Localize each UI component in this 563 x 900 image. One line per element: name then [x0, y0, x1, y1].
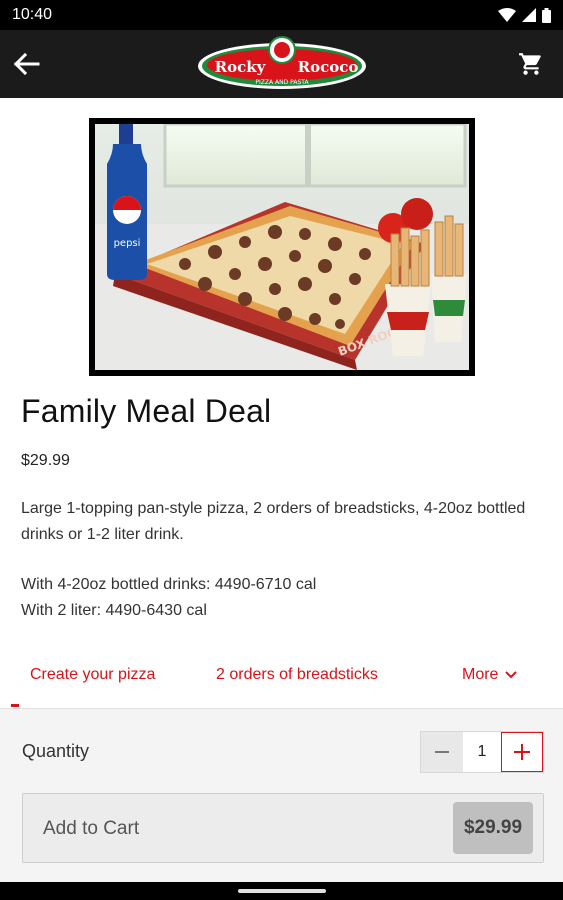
- quantity-value[interactable]: 1: [463, 732, 501, 772]
- quantity-decrease-button[interactable]: [421, 732, 463, 772]
- quantity-stepper: 1: [420, 731, 544, 773]
- quantity-label: Quantity: [22, 741, 90, 761]
- order-panel: Quantity 1 Add to Cart $29.99: [0, 708, 563, 882]
- status-time: 10:40: [12, 6, 53, 23]
- tab-more[interactable]: More: [462, 666, 518, 684]
- svg-text:Rococo: Rococo: [298, 58, 359, 76]
- shopping-cart-icon: [519, 53, 541, 75]
- wifi-icon: [498, 8, 516, 22]
- status-icons: [498, 7, 551, 23]
- option-tabs: Create your pizza 2 orders of breadstick…: [0, 652, 563, 708]
- plus-icon: [514, 744, 530, 760]
- calories-liter: With 2 liter: 4490-6430 cal: [21, 602, 207, 619]
- tab-more-label: More: [462, 666, 499, 683]
- cart-button[interactable]: [513, 46, 549, 82]
- status-bar: 10:40: [0, 0, 563, 30]
- product-photo: BOX ROCOCO pepsi: [95, 124, 469, 370]
- brand-logo: Rocky Rococo PIZZA AND PASTA: [196, 36, 368, 92]
- system-nav-bar: [0, 882, 563, 900]
- add-to-cart-button[interactable]: Add to Cart $29.99: [22, 793, 544, 863]
- tab-breadsticks[interactable]: 2 orders of breadsticks: [216, 666, 378, 684]
- svg-text:PIZZA AND PASTA: PIZZA AND PASTA: [255, 79, 309, 86]
- svg-text:Rocky: Rocky: [215, 58, 267, 76]
- svg-text:pepsi: pepsi: [114, 238, 141, 249]
- product-price: $29.99: [21, 452, 70, 469]
- home-gesture-handle[interactable]: [238, 889, 326, 893]
- tab-create-your-pizza[interactable]: Create your pizza: [30, 666, 155, 684]
- arrow-left-icon: [13, 52, 40, 76]
- tab-indicator: [11, 704, 19, 707]
- app-bar: Rocky Rococo PIZZA AND PASTA: [0, 30, 563, 98]
- battery-icon: [542, 7, 551, 23]
- back-button[interactable]: [8, 46, 44, 82]
- add-to-cart-label: Add to Cart: [43, 818, 140, 839]
- calories-bottled: With 4-20oz bottled drinks: 4490-6710 ca…: [21, 576, 317, 593]
- signal-icon: [522, 8, 536, 22]
- product-description: Large 1-topping pan-style pizza, 2 order…: [21, 500, 526, 543]
- add-to-cart-price: $29.99: [453, 802, 533, 854]
- product-image: BOX ROCOCO pepsi: [89, 118, 475, 376]
- chevron-down-icon: [505, 671, 518, 679]
- product-title: Family Meal Deal: [21, 393, 272, 429]
- minus-icon: [435, 751, 449, 753]
- quantity-increase-button[interactable]: [501, 732, 543, 772]
